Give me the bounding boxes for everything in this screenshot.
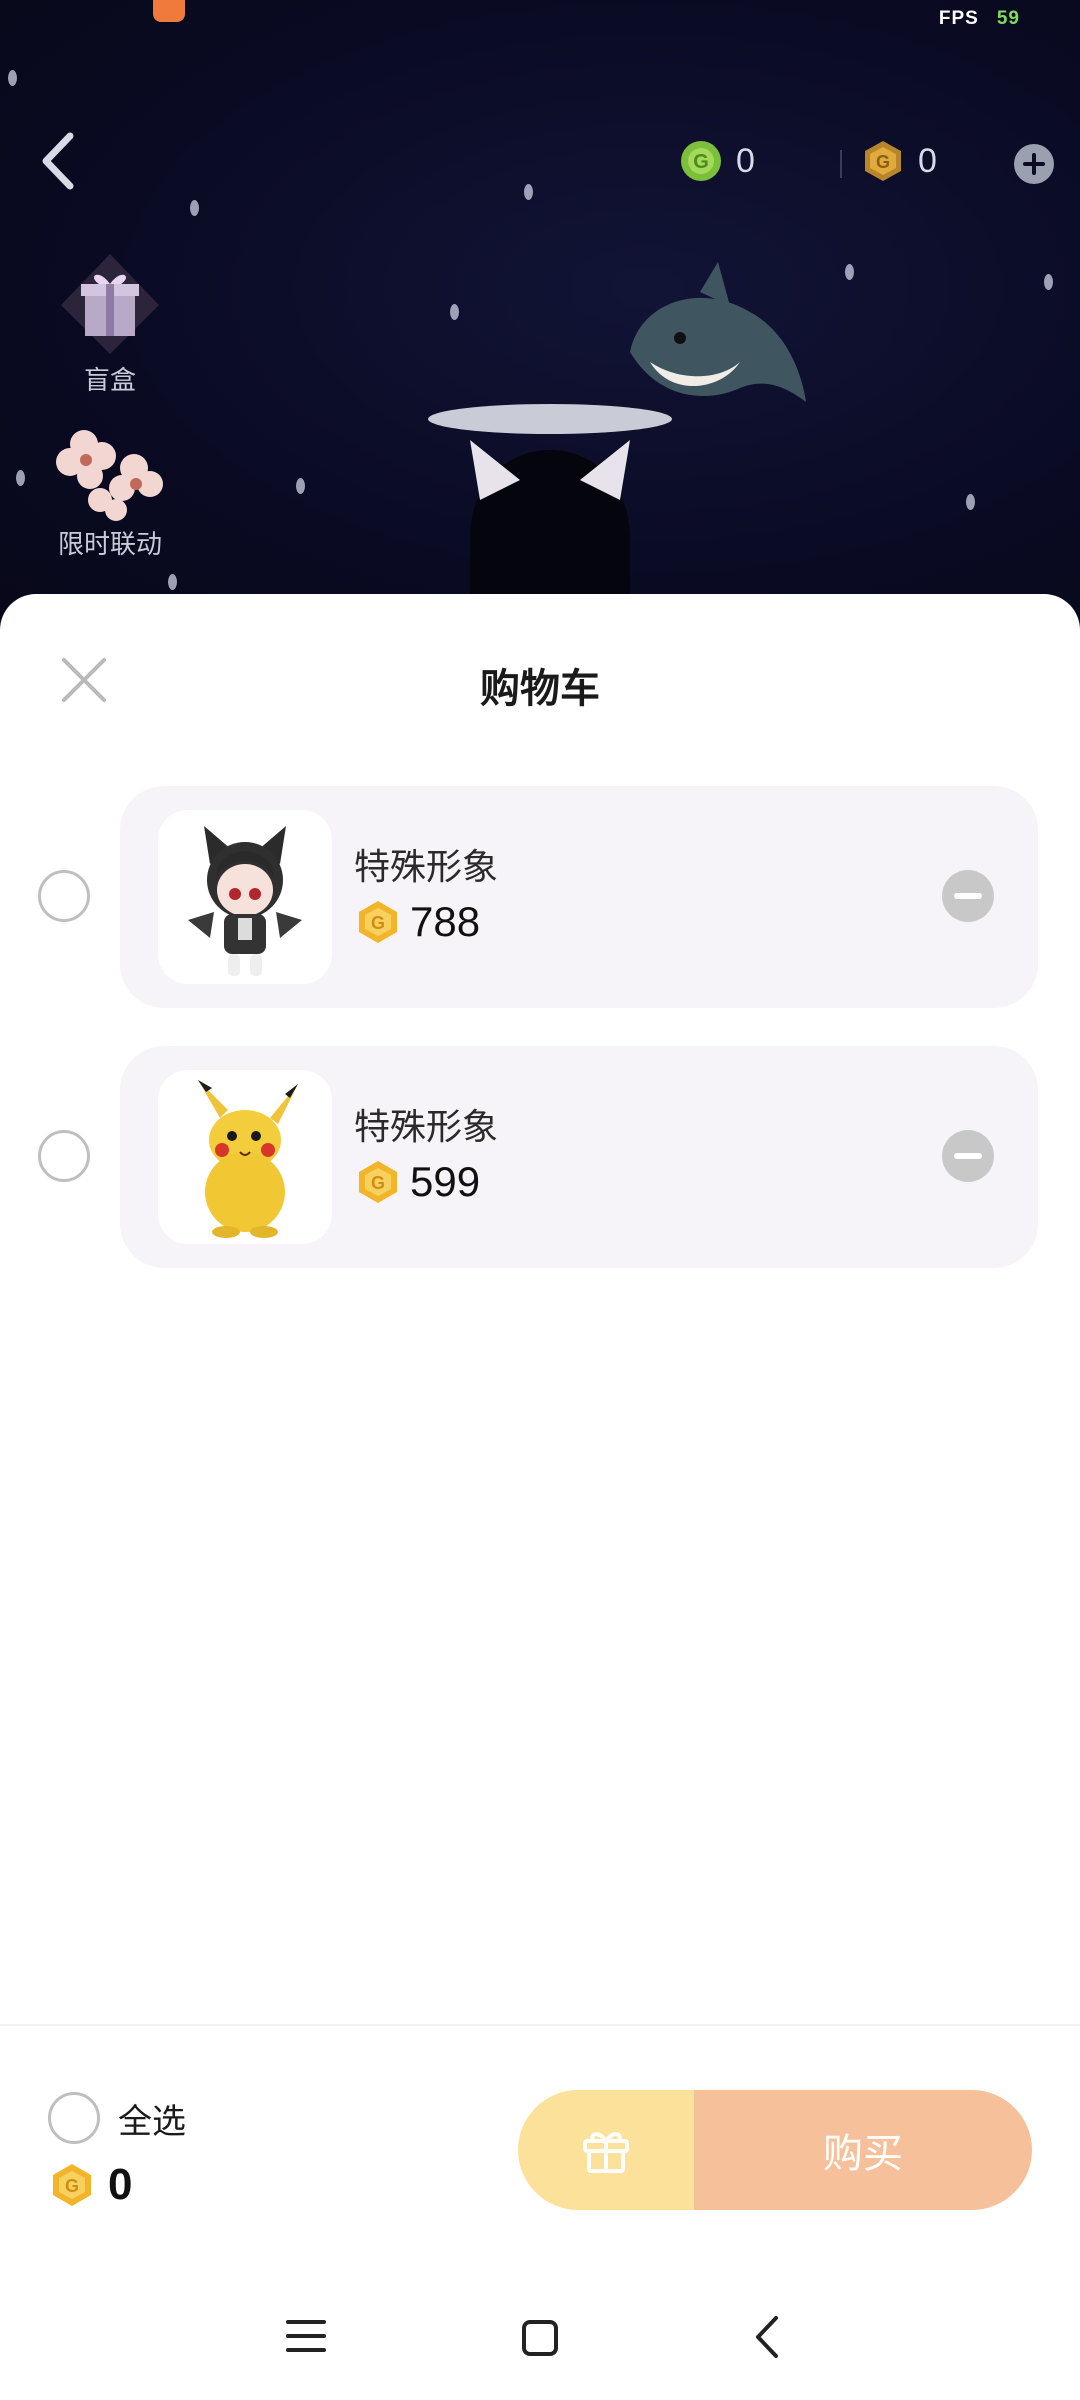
shark-character	[630, 262, 806, 402]
item-price: G 788	[356, 898, 480, 946]
footer-divider	[0, 2024, 1080, 2026]
item-select-radio[interactable]	[38, 870, 90, 922]
item-name: 特殊形象	[354, 1106, 499, 1147]
gold-coin-icon: G	[865, 141, 901, 181]
item-select-radio[interactable]	[38, 1130, 90, 1182]
item-price: G 599	[356, 1158, 480, 1206]
select-all-control[interactable]: 全选	[48, 2092, 186, 2144]
display-platform	[428, 404, 672, 434]
green-currency-amount: 0	[736, 141, 755, 180]
back-arrow-icon[interactable]	[36, 130, 80, 192]
select-all-radio[interactable]	[48, 2092, 100, 2144]
remove-item-button[interactable]	[942, 1130, 994, 1182]
svg-text:G: G	[371, 1173, 385, 1193]
status-app-icon	[153, 0, 185, 22]
limited-collab-label: 限时联动	[57, 529, 162, 559]
svg-text:G: G	[876, 152, 890, 172]
limited-collab-entry[interactable]: 限时联动	[40, 420, 180, 561]
cart-item-card[interactable]: 特殊形象 G 788	[120, 786, 1038, 1008]
svg-text:G: G	[371, 913, 385, 933]
item-thumbnail	[158, 810, 332, 984]
cart-item-card[interactable]: 特殊形象 G 599	[120, 1046, 1038, 1268]
add-currency-button[interactable]	[1014, 144, 1054, 184]
svg-text:G: G	[693, 151, 709, 173]
system-back-icon[interactable]	[752, 2314, 782, 2360]
cat-girl-avatar-icon	[188, 826, 302, 976]
gold-currency-amount: 0	[918, 141, 937, 180]
green-currency[interactable]: G 0	[680, 140, 755, 182]
fps-counter: FPS 59	[938, 8, 1020, 29]
avatar-silhouette	[470, 440, 630, 600]
blind-box-label: 盲盒	[83, 365, 136, 395]
gift-button[interactable]	[518, 2090, 694, 2210]
select-all-label: 全选	[118, 2102, 186, 2141]
svg-text:G: G	[65, 2176, 79, 2196]
green-coin-icon: G	[681, 141, 721, 181]
gift-box-icon	[61, 254, 159, 354]
gold-coin-icon: G	[359, 901, 397, 943]
gift-icon	[583, 2132, 629, 2173]
currency-divider	[840, 150, 842, 178]
flower-icon	[56, 430, 163, 521]
sheet-title: 购物车	[480, 667, 600, 711]
home-icon[interactable]	[522, 2320, 558, 2356]
cart-total-value: 0	[108, 2160, 133, 2209]
remove-item-button[interactable]	[942, 870, 994, 922]
gold-coin-icon: G	[359, 1161, 397, 1203]
item-name: 特殊形象	[354, 846, 499, 887]
gold-coin-icon: G	[53, 2164, 91, 2206]
buy-button[interactable]: 购买	[694, 2090, 1032, 2210]
system-nav-bar	[0, 2290, 1080, 2390]
gold-currency[interactable]: G 0	[862, 140, 937, 182]
game-scene: FPS 59 G 0 G 0 盲盒 限时联动	[0, 0, 1080, 640]
blind-box-entry[interactable]: 盲盒	[40, 250, 180, 397]
item-price-value: 599	[410, 1158, 481, 1205]
cart-item: 特殊形象 G 788	[0, 786, 1080, 1008]
item-thumbnail	[158, 1070, 332, 1244]
recent-apps-icon[interactable]	[286, 2320, 326, 2362]
cart-total: G 0	[50, 2160, 132, 2210]
cart-item: 特殊形象 G 599	[0, 1046, 1080, 1268]
pikachu-avatar-icon	[198, 1080, 298, 1238]
item-price-value: 788	[410, 898, 481, 945]
